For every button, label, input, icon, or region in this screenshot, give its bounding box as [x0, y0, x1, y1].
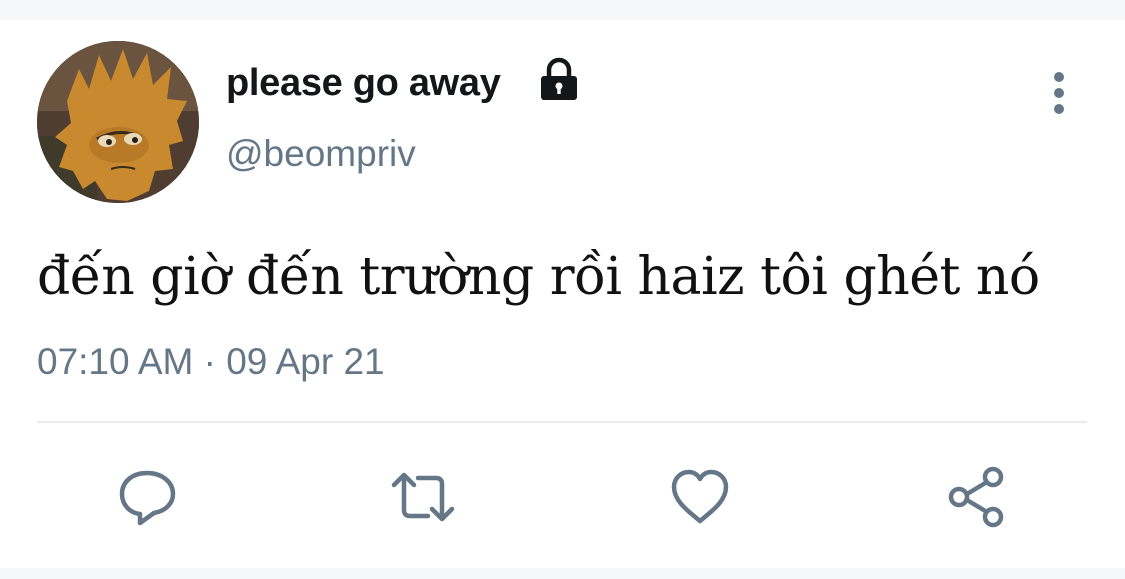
display-name[interactable]: please go away [226, 60, 501, 106]
avatar-image [37, 41, 199, 203]
avatar[interactable] [37, 41, 199, 203]
tweet-text: đến giờ đến trường rồi haiz tôi ghét nó [37, 247, 1040, 307]
retweet-button[interactable] [388, 462, 458, 532]
retweet-icon [391, 472, 455, 522]
heart-icon [671, 469, 729, 524]
divider [37, 421, 1087, 423]
tweet-card: please go away @beompriv đến giờ đến trư… [0, 20, 1125, 568]
share-button[interactable] [942, 462, 1012, 532]
like-button[interactable] [665, 462, 735, 532]
user-handle[interactable]: @beompriv [226, 132, 416, 176]
reply-button[interactable] [112, 462, 182, 532]
share-icon [948, 466, 1004, 528]
more-vertical-icon[interactable] [1040, 70, 1078, 116]
tweet-timestamp[interactable]: 07:10 AM · 09 Apr 21 [37, 338, 385, 386]
lock-icon [538, 56, 580, 102]
reply-icon [119, 470, 176, 526]
